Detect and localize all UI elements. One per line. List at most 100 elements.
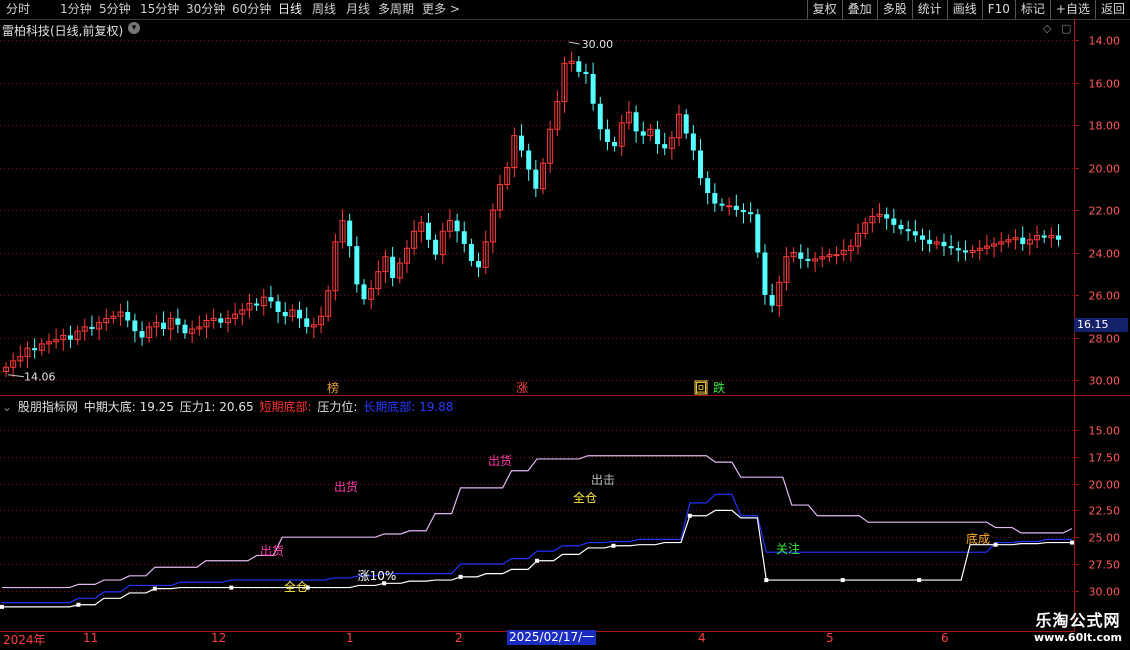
- back-button[interactable]: 返回: [1094, 0, 1130, 19]
- candle-body: [1005, 239, 1012, 243]
- period-tab-30min[interactable]: 30分钟: [186, 2, 225, 17]
- date-label: 2: [455, 631, 463, 645]
- candle-body: [246, 303, 253, 311]
- candle-body: [568, 60, 575, 64]
- candle-body: [876, 213, 883, 217]
- candle-body: [275, 301, 281, 312]
- candle-body: [32, 348, 38, 351]
- candle-body: [146, 326, 153, 338]
- candle-body: [1020, 237, 1026, 244]
- period-tab-daily[interactable]: 日线: [278, 2, 302, 17]
- adjust-button[interactable]: 复权: [806, 0, 842, 19]
- indicator-header: ⌄ 股朋指标网 中期大底: 19.25 压力1: 20.65 短期底部: 压力位…: [2, 398, 455, 415]
- candle-body: [411, 230, 418, 249]
- diamond-icon[interactable]: ◇: [1043, 22, 1051, 35]
- y-tick-label: 20.00: [1089, 479, 1121, 492]
- period-tab-timeshare[interactable]: 分时: [6, 2, 30, 17]
- indicator-signal-label: 出货: [260, 543, 284, 558]
- candle-body: [633, 112, 639, 132]
- candle-body: [540, 162, 546, 190]
- candle-body: [476, 261, 482, 268]
- candle-body: [561, 62, 568, 103]
- indicator-signal-label: 全仓: [284, 579, 308, 594]
- candle-body: [933, 241, 940, 245]
- candle-body: [690, 133, 696, 151]
- candle-body: [218, 318, 224, 323]
- signal-marker: 回: [695, 381, 707, 395]
- candle-body: [683, 114, 689, 134]
- long-bottom-line: [2, 493, 1072, 604]
- candle-body: [912, 231, 918, 236]
- candle-body: [210, 317, 217, 321]
- candle-body: [862, 222, 869, 234]
- candle-body: [3, 366, 9, 372]
- overlay-button[interactable]: 叠加: [841, 0, 877, 19]
- stats-button[interactable]: 统计: [911, 0, 947, 19]
- candle-body: [161, 322, 167, 329]
- candle-body: [17, 356, 24, 362]
- candle-body: [74, 330, 81, 341]
- date-label: 11: [83, 631, 99, 645]
- period-tab-weekly[interactable]: 周线: [312, 2, 336, 17]
- candle-body: [361, 284, 367, 300]
- candle-body: [583, 71, 589, 74]
- bottom-dot: [458, 574, 463, 579]
- bottom-dot: [76, 602, 81, 607]
- candle-body: [132, 320, 138, 332]
- y-tick-label: 15.00: [1089, 425, 1121, 438]
- candle-body: [955, 248, 961, 251]
- candle-body: [196, 326, 203, 330]
- candle-body: [812, 258, 819, 262]
- candle-body: [446, 220, 453, 232]
- y-tick-label: 30.00: [1089, 586, 1121, 599]
- period-tab-1min[interactable]: 1分钟: [60, 2, 92, 17]
- bottom-dot: [687, 513, 692, 518]
- candle-body: [232, 313, 239, 319]
- mark-button[interactable]: 标记: [1014, 0, 1050, 19]
- candle-body: [604, 129, 610, 142]
- period-tab-15min[interactable]: 15分钟: [140, 2, 179, 17]
- y-tick-label: 18.00: [1089, 120, 1121, 133]
- period-tab-more[interactable]: 更多 >: [422, 2, 460, 17]
- short-bottom-value: 短期底部:: [259, 400, 312, 414]
- period-tab-5min[interactable]: 5分钟: [99, 2, 131, 17]
- bottom-dot: [382, 581, 387, 586]
- candle-body: [833, 254, 840, 257]
- signal-marker: 跌: [713, 380, 725, 395]
- indicator-signal-label: 关注: [776, 541, 800, 556]
- y-tick-label: 27.50: [1089, 559, 1121, 572]
- indicator-signal-label: 涨10%: [358, 568, 397, 583]
- add-watchlist-button[interactable]: +自选: [1049, 0, 1095, 19]
- candle-body: [390, 256, 396, 278]
- period-tab-multi[interactable]: 多周期: [378, 2, 414, 17]
- candle-body: [891, 218, 897, 225]
- kline-chart: 30.00 28.00 26.00 24.00 22.00 20.00 18.00 16.00…: [0, 19, 1130, 632]
- y-tick-label: 22.00: [1089, 205, 1121, 218]
- candle-body: [1056, 235, 1062, 240]
- indicator-signal-label: 出货: [334, 479, 358, 494]
- f10-button[interactable]: F10: [981, 0, 1015, 19]
- window-icon[interactable]: ▢: [1061, 22, 1071, 35]
- candle-body: [948, 246, 954, 249]
- chevron-down-icon[interactable]: ▾: [128, 22, 140, 34]
- candle-body: [668, 137, 675, 149]
- multi-stock-button[interactable]: 多股: [876, 0, 912, 19]
- y-tick-label: 20.00: [1089, 163, 1121, 176]
- draw-line-button[interactable]: 画线: [946, 0, 982, 19]
- candle-body: [519, 135, 525, 151]
- low-arrow: [7, 374, 25, 378]
- candle-body: [705, 178, 711, 193]
- pressure1-value: 压力1: 20.65: [179, 400, 254, 414]
- period-tab-60min[interactable]: 60分钟: [232, 2, 271, 17]
- action-toolbar: 复权 叠加 多股 统计 画线 F10 标记 +自选 返回: [806, 0, 1130, 19]
- chevron-down-icon[interactable]: ⌄: [2, 400, 12, 414]
- date-label: 2024年: [3, 633, 46, 647]
- bottom-dot: [305, 585, 310, 590]
- watermark: 乐淘公式网 www.60lt.com: [1034, 607, 1122, 644]
- candle-body: [310, 324, 317, 328]
- date-label: 6: [941, 631, 949, 645]
- candle-body: [497, 184, 504, 211]
- candle-body: [260, 296, 267, 307]
- candle-body: [425, 222, 431, 240]
- period-tab-monthly[interactable]: 月线: [346, 2, 370, 17]
